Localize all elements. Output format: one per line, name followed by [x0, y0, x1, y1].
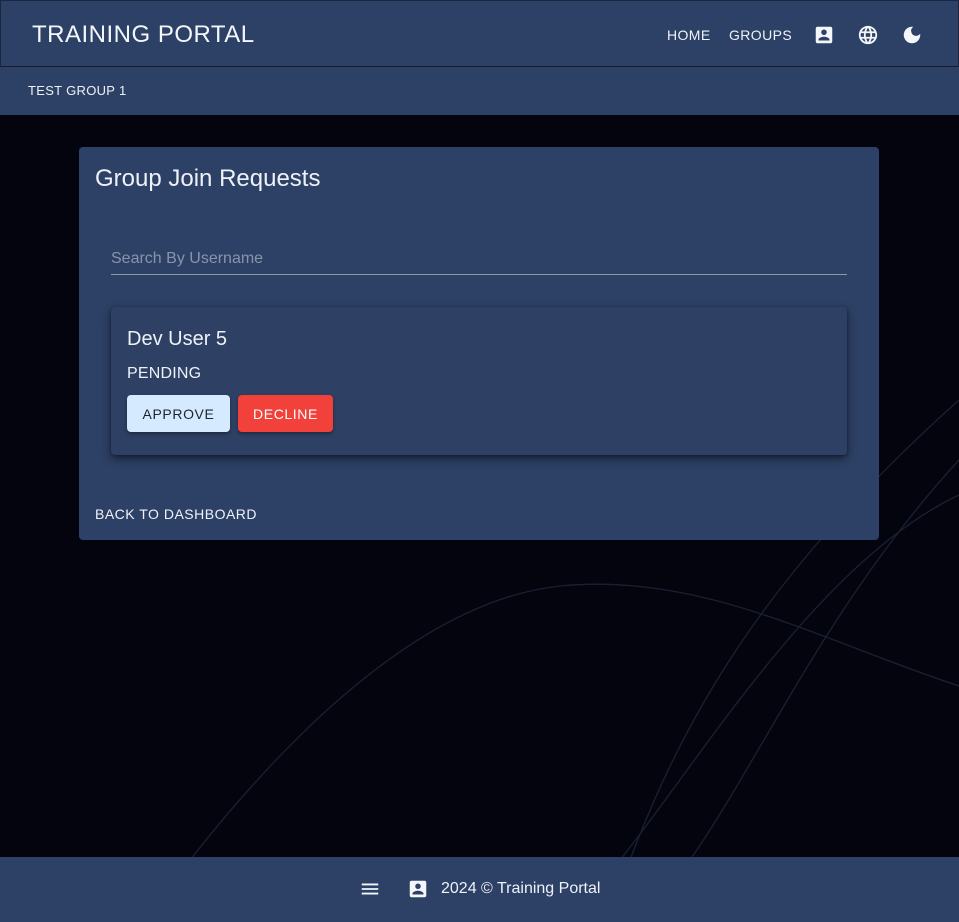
nav-groups-link[interactable]: GROUPS [729, 27, 792, 43]
breadcrumb-group-link[interactable]: TEST GROUP 1 [28, 83, 126, 98]
nav-home-link[interactable]: HOME [667, 27, 711, 43]
account-box-icon[interactable] [407, 878, 429, 900]
account-box-icon[interactable] [812, 23, 836, 47]
app-bar: TRAINING PORTAL HOME GROUPS [0, 0, 959, 67]
decline-button[interactable]: DECLINE [238, 395, 333, 432]
group-sub-bar: TEST GROUP 1 [0, 67, 959, 115]
request-username: Dev User 5 [127, 328, 228, 350]
brand-title[interactable]: TRAINING PORTAL [32, 21, 255, 49]
request-status: PENDING [127, 365, 202, 382]
back-to-dashboard-link[interactable]: BACK TO DASHBOARD [95, 506, 257, 522]
page-title: Group Join Requests [95, 165, 321, 192]
footer: 2024 © Training Portal [0, 857, 959, 922]
menu-icon[interactable] [359, 878, 381, 900]
request-card: Dev User 5 PENDING APPROVE DECLINE [111, 307, 847, 455]
approve-button[interactable]: APPROVE [127, 395, 230, 432]
copyright-text: 2024 © Training Portal [441, 880, 601, 897]
globe-icon[interactable] [856, 23, 880, 47]
join-requests-card: Group Join Requests Dev User 5 PENDING A… [79, 147, 879, 540]
search-input[interactable] [111, 243, 847, 275]
moon-icon[interactable] [900, 23, 924, 47]
page: TRAINING PORTAL HOME GROUPS TEST GROUP 1… [0, 0, 959, 922]
